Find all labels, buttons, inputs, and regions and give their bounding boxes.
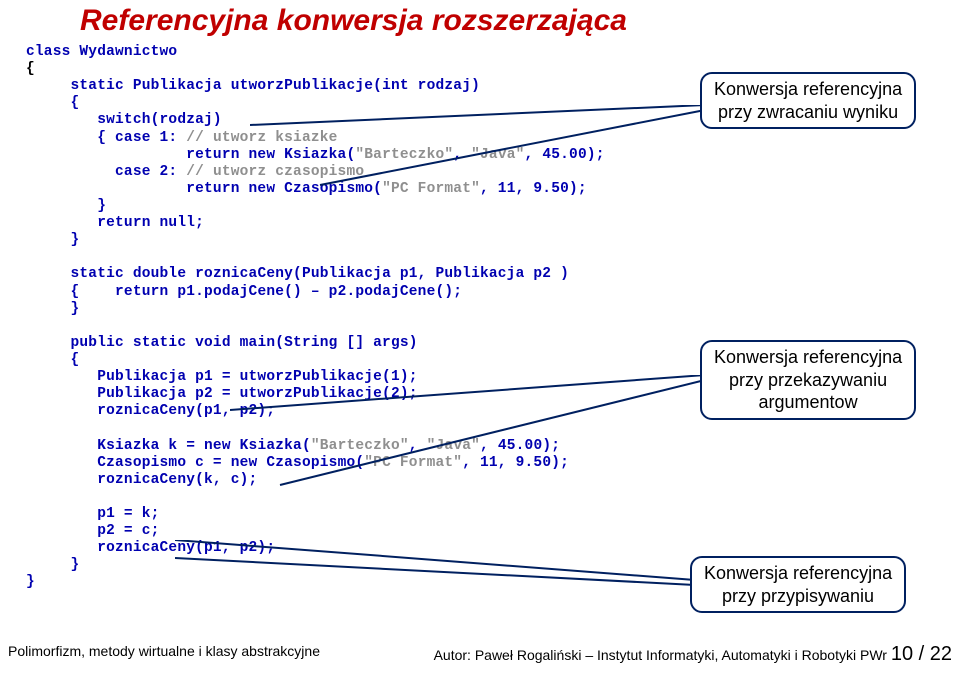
footer-right: Autor: Paweł Rogaliński – Instytut Infor… (434, 643, 952, 666)
callout-args: Konwersja referencyjna przy przekazywani… (700, 340, 916, 420)
slide-title: Referencyjna konwersja rozszerzająca (0, 0, 960, 44)
callout-assign: Konwersja referencyjna przy przypisywani… (690, 556, 906, 613)
footer: Polimorfizm, metody wirtualne i klasy ab… (0, 643, 960, 666)
callout-return: Konwersja referencyjna przy zwracaniu wy… (700, 72, 916, 129)
footer-left: Polimorfizm, metody wirtualne i klasy ab… (8, 643, 320, 659)
